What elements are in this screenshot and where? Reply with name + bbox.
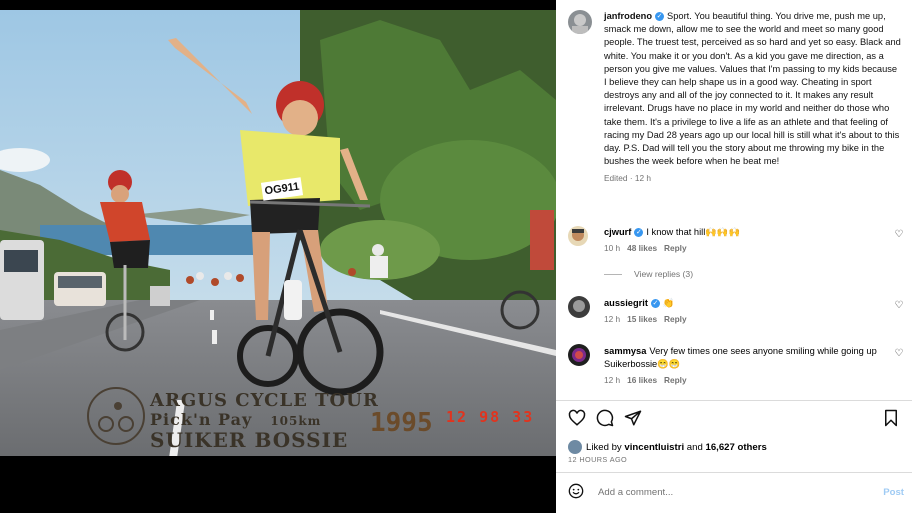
view-replies-button[interactable]: View replies (3) [604,269,693,279]
author-avatar[interactable] [568,10,592,34]
event-distance: 105km [270,414,322,428]
avatar-image [572,229,584,241]
caption-edited: Edited · 12 h [604,173,652,184]
comment-likes[interactable]: 16 likes [627,375,657,385]
likes-summary[interactable]: Liked by vincentluistri and 16,627 other… [568,440,767,454]
post-comment-button[interactable]: Post [883,487,904,498]
like-comment-heart-icon[interactable]: ♡ [894,349,904,359]
comment-age: 12 h [604,314,621,324]
author-avatar-image [572,14,588,34]
like-comment-heart-icon[interactable]: ♡ [894,230,904,240]
event-name: ARGUS CYCLE TOUR [150,390,379,411]
event-sponsor: Pick'n Pay 105km [150,412,379,428]
comment-avatar[interactable] [568,296,590,318]
reply-button[interactable]: Reply [664,375,687,385]
comment-meta: 10 h 48 likes Reply [604,242,894,255]
comment-icon-shape [596,409,614,427]
event-logo-text: ARGUS CYCLE TOUR Pick'n Pay 105km SUIKER … [150,390,379,452]
actions-divider [556,400,912,401]
comment-username[interactable]: cjwurf [604,227,631,237]
share-icon[interactable] [624,409,642,427]
post-date: 12 HOURS AGO [568,455,628,464]
comment-meta: 12 h 15 likes Reply [604,313,894,326]
comment-age: 10 h [604,243,621,253]
photo-pane: OG911 ARGUS CYCLE TOUR Pick'n Pay 105km S… [0,0,556,513]
comment-likes[interactable]: 15 likes [627,314,657,324]
photo-date-stamp: 12 98 33 [446,408,535,426]
post-caption: janfrodeno ✓ Sport. You beautiful thing. Y… [604,10,902,186]
event-location: SUIKER BOSSIE [150,428,349,452]
author-username[interactable]: janfrodeno [604,11,652,21]
post-side-panel: janfrodeno ✓ Sport. You beautiful thing. Y… [556,0,912,513]
compose-divider [556,472,912,473]
comment-text: 👏 [662,298,675,308]
liked-by-user[interactable]: vincentluistri [624,442,684,453]
verified-icon: ✓ [650,299,660,309]
photo-year: 1995 [370,408,433,438]
comment-age: 12 h [604,375,621,385]
instagram-post-modal: OG911 ARGUS CYCLE TOUR Pick'n Pay 105km S… [0,0,912,513]
reply-button[interactable]: Reply [664,314,687,324]
comment-text: I know that hill🙌🙌🙌 [646,227,741,237]
comment-avatar[interactable] [568,344,590,366]
like-comment-heart-icon[interactable]: ♡ [894,301,904,311]
avatar-image [573,300,585,312]
comment-meta: 12 h 16 likes Reply [604,374,894,387]
comment-input[interactable]: Add a comment... [598,487,673,498]
comment-1: cjwurf ✓ I know that hill🙌🙌🙌 10 h 48 likes… [604,226,894,255]
view-replies-label: View replies (3) [634,269,694,279]
comment-username[interactable]: aussiegrit [604,298,648,308]
liker-avatar [568,440,582,454]
share-icon-shape [624,410,642,426]
comment-username[interactable]: sammysa [604,346,646,356]
caption-text: Sport. You beautiful thing. You drive me… [604,11,901,167]
heart-icon-shape [568,409,586,426]
view-replies-line [604,274,622,276]
heart-icon[interactable] [568,409,586,427]
liked-by-and: and [686,441,703,453]
avatar-image [572,348,586,362]
bookmark-icon[interactable] [882,409,900,427]
verified-icon: ✓ [655,12,665,22]
sponsor-name: Pick'n Pay [150,410,253,429]
bookmark-icon-shape [885,409,897,427]
post-photo[interactable]: OG911 ARGUS CYCLE TOUR Pick'n Pay 105km S… [0,10,556,456]
liked-by-prefix: Liked by [586,441,622,453]
comment-icon[interactable] [596,409,614,427]
emoji-icon[interactable] [568,483,584,499]
verified-icon: ✓ [634,228,644,238]
comment-3: sammysa Very few times one sees anyone sm… [604,345,894,387]
liked-by-others[interactable]: 16,627 others [705,442,766,453]
comment-likes[interactable]: 48 likes [627,243,657,253]
comment-2: aussiegrit ✓ 👏 12 h 15 likes Reply [604,297,894,326]
emoji-icon-shape [568,483,584,499]
comment-avatar[interactable] [568,226,588,246]
reply-button[interactable]: Reply [664,243,687,253]
